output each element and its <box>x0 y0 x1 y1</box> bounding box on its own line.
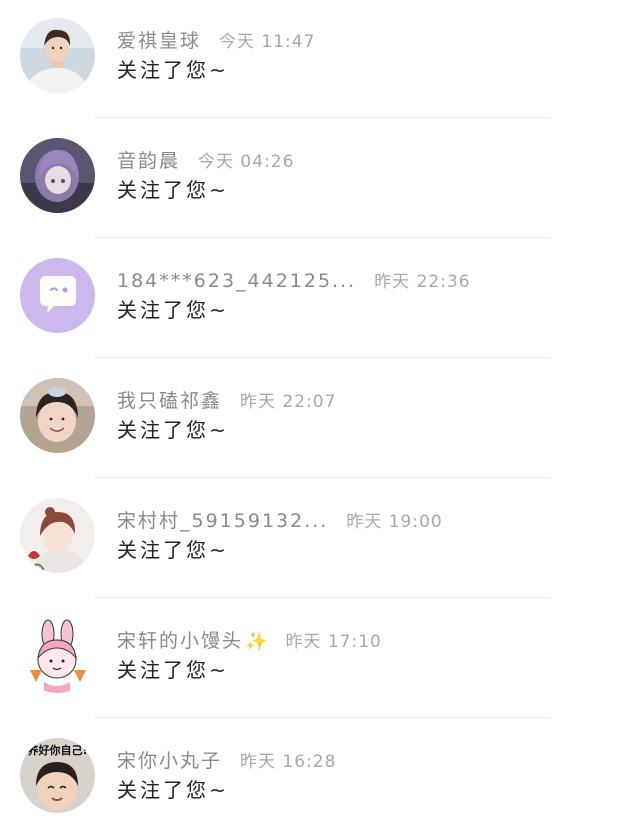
notification-meta: 宋村村_59159132... 昨天 19:00 <box>117 509 443 533</box>
notification-meta: 宋轩的小馒头 ✨ 昨天 17:10 <box>117 629 382 653</box>
avatar-anime-girl-icon[interactable] <box>20 138 95 213</box>
timestamp: 今天 04:26 <box>198 152 295 172</box>
notification-message: 关注了您~ <box>117 418 229 442</box>
avatar-bunny-ears-cartoon-icon[interactable] <box>20 618 95 693</box>
notification-meta: 音韵晨 今天 04:26 <box>117 149 294 173</box>
timestamp: 今天 11:47 <box>219 32 316 52</box>
notification-item[interactable]: 音韵晨 今天 04:26 关注了您~ <box>0 120 640 240</box>
notification-item[interactable]: 184***623_442125... 昨天 22:36 关注了您~ <box>0 240 640 360</box>
divider <box>95 597 550 598</box>
notification-message: 关注了您~ <box>117 778 229 802</box>
avatar-caption: 养好你自己! <box>26 743 87 757</box>
user-name[interactable]: 我只磕祁鑫 <box>117 390 222 412</box>
divider <box>95 237 550 238</box>
user-name[interactable]: 爱祺皇球 <box>117 30 201 52</box>
notification-meta: 宋你小丸子 昨天 16:28 <box>117 749 336 773</box>
user-name[interactable]: 宋村村_59159132... <box>117 510 328 532</box>
timestamp: 昨天 17:10 <box>285 632 382 652</box>
notification-message: 关注了您~ <box>117 538 229 562</box>
notification-list: 爱祺皇球 今天 11:47 关注了您~ 音韵晨 今天 04:26 关注了您~ 1… <box>0 0 640 829</box>
avatar-boy-white-sweater-icon[interactable] <box>20 18 95 93</box>
notification-item[interactable]: 我只磕祁鑫 昨天 22:07 关注了您~ <box>0 360 640 480</box>
notification-item[interactable]: 爱祺皇球 今天 11:47 关注了您~ <box>0 0 640 120</box>
notification-message: 关注了您~ <box>117 58 229 82</box>
default-chat-bubble-avatar-icon[interactable] <box>20 258 95 333</box>
notification-meta: 我只磕祁鑫 昨天 22:07 <box>117 389 336 413</box>
timestamp: 昨天 19:00 <box>346 512 443 532</box>
notification-message: 关注了您~ <box>117 298 229 322</box>
notification-message: 关注了您~ <box>117 178 229 202</box>
notification-item[interactable]: 养好你自己! 宋你小丸子 昨天 16:28 关注了您~ <box>0 720 640 829</box>
divider <box>95 717 550 718</box>
user-name[interactable]: 宋轩的小馒头 <box>117 630 243 652</box>
timestamp: 昨天 22:36 <box>374 272 471 292</box>
sparkle-icon: ✨ <box>245 631 268 652</box>
timestamp: 昨天 22:07 <box>240 392 337 412</box>
avatar-smiling-girl-icon[interactable] <box>20 378 95 453</box>
user-name[interactable]: 184***623_442125... <box>117 270 356 292</box>
notification-item[interactable]: 宋村村_59159132... 昨天 19:00 关注了您~ <box>0 480 640 600</box>
user-name[interactable]: 音韵晨 <box>117 150 180 172</box>
divider <box>95 357 550 358</box>
notification-meta: 184***623_442125... 昨天 22:36 <box>117 269 471 293</box>
divider <box>95 117 550 118</box>
notification-message: 关注了您~ <box>117 658 229 682</box>
notification-item[interactable]: 宋轩的小馒头 ✨ 昨天 17:10 关注了您~ <box>0 600 640 720</box>
divider <box>95 477 550 478</box>
avatar-illustrated-boy-icon[interactable] <box>20 498 95 573</box>
timestamp: 昨天 16:28 <box>240 752 337 772</box>
user-name[interactable]: 宋你小丸子 <box>117 750 222 772</box>
avatar-boy-photo-caption-icon[interactable]: 养好你自己! <box>20 738 95 813</box>
notification-meta: 爱祺皇球 今天 11:47 <box>117 29 315 53</box>
